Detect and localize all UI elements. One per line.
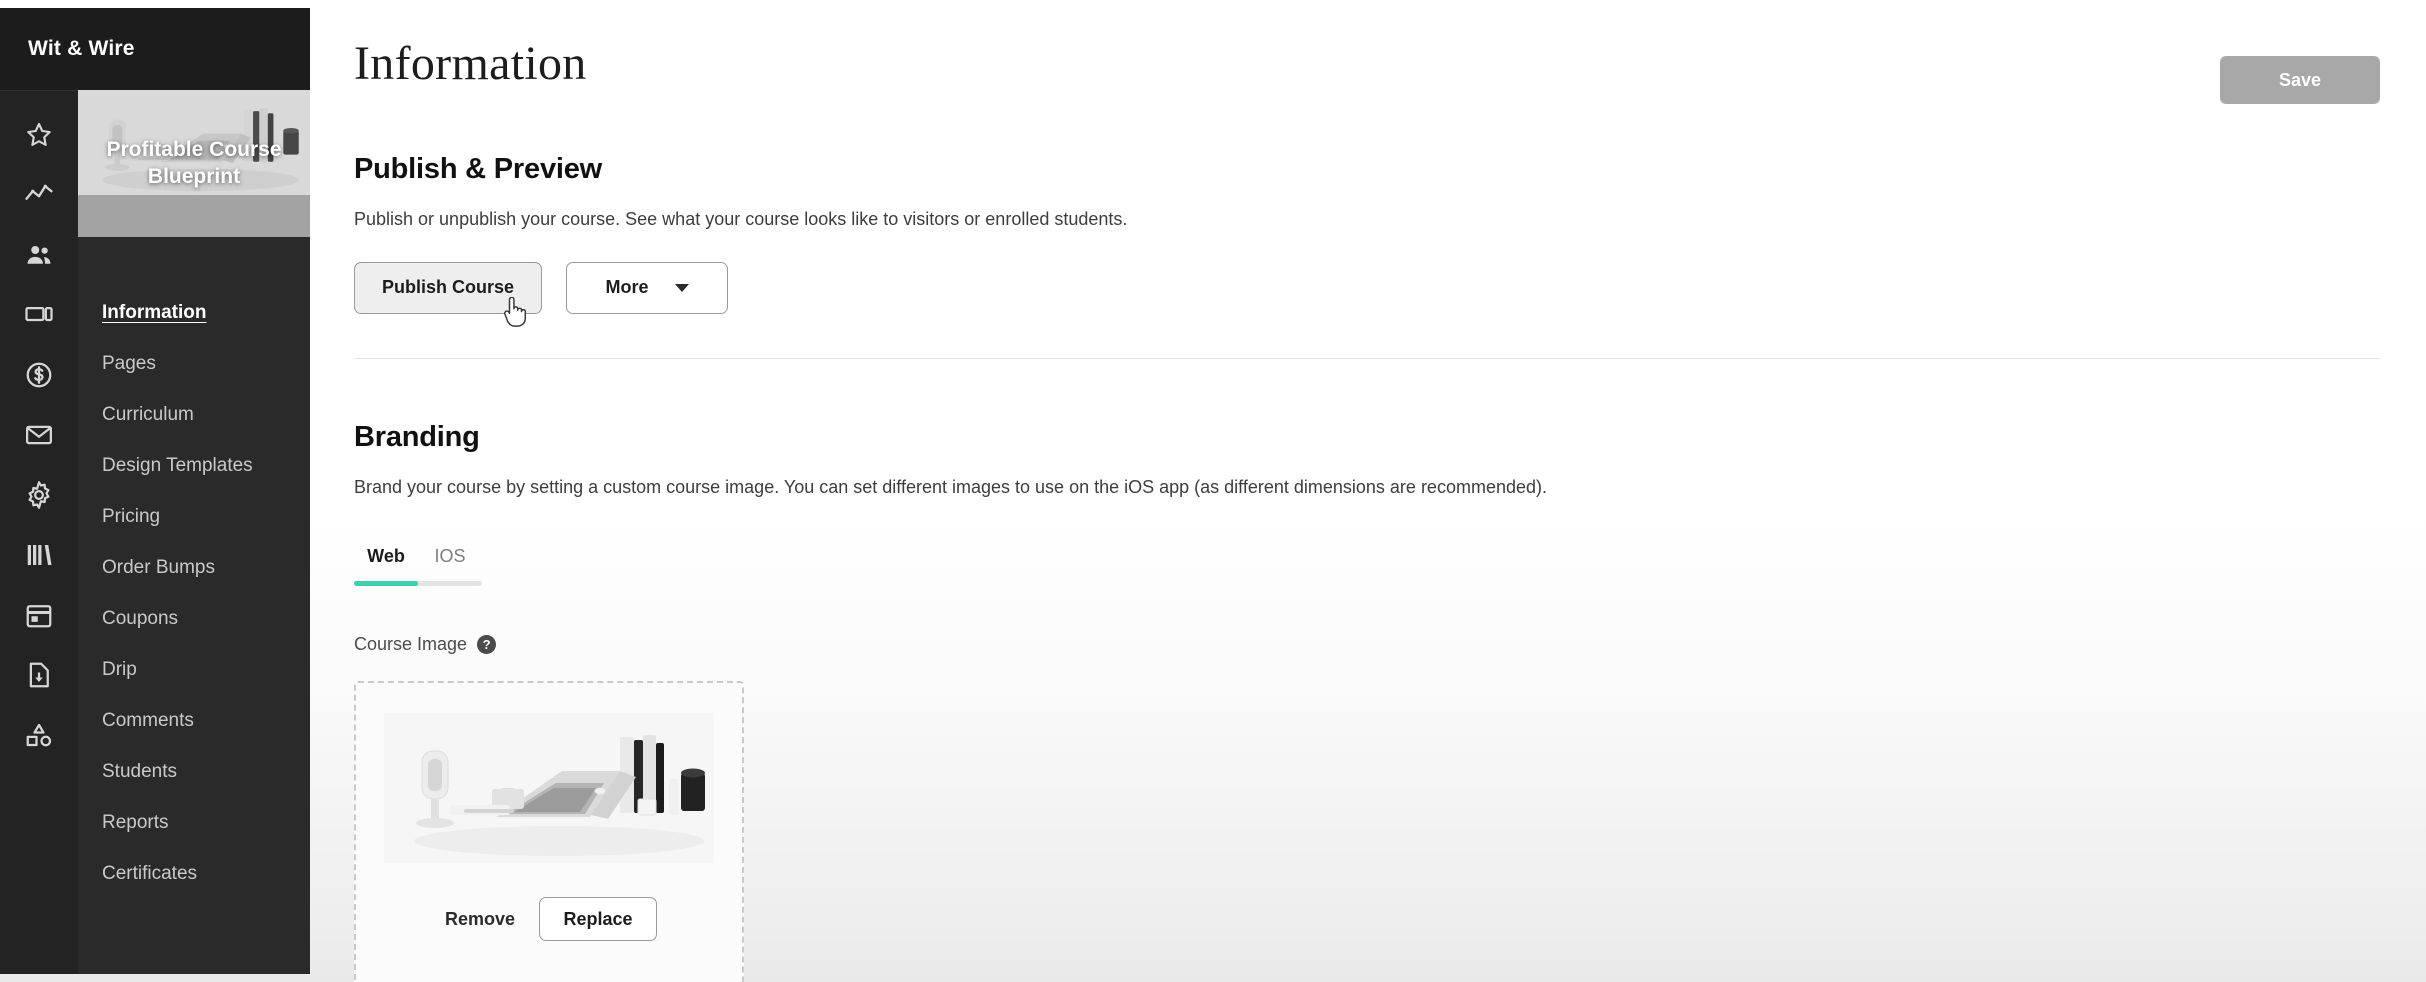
calendar-icon [24,600,54,630]
course-image-actions: Remove Replace [441,897,658,942]
library-icon [24,540,54,570]
brand-bar: Wit & Wire [0,8,310,90]
remove-image-button[interactable]: Remove [441,903,519,936]
replace-image-button[interactable]: Replace [539,897,658,942]
window-top-gap [0,0,2426,8]
publish-section-heading: Publish & Preview [354,152,603,185]
course-title: Profitable Course Blueprint [106,137,282,188]
course-panel: Profitable Course Blueprint Information … [78,90,310,974]
publish-button-row: Publish Course More [354,261,2426,327]
nav-item-order-bumps[interactable]: Order Bumps [78,542,310,593]
rail-item-site[interactable] [0,285,78,345]
rail-item-analytics[interactable] [0,165,78,225]
course-image-preview[interactable] [384,713,714,864]
course-thumbnail[interactable]: Profitable Course Blueprint [78,90,310,237]
people-icon [24,240,54,270]
nav-item-comments[interactable]: Comments [78,695,310,746]
main-content: Information Save Publish & Preview Publi… [310,8,2426,982]
star-icon [24,120,54,150]
rail-item-settings[interactable] [0,465,78,525]
publish-course-button[interactable]: Publish Course [354,261,542,327]
brand-title: Wit & Wire [28,37,135,60]
nav-item-drip[interactable]: Drip [78,644,310,695]
dollar-icon [24,360,54,390]
rail-item-dollar[interactable] [0,345,78,405]
file-download-icon [24,660,54,690]
shapes-icon [24,720,54,750]
left-shell: Wit & Wire Profitable Course Blueprint I… [0,8,310,974]
tab-indicator-track [354,581,482,587]
nav-item-reports[interactable]: Reports [78,797,310,848]
more-dropdown-button[interactable]: More [566,261,728,314]
analytics-icon [24,180,54,210]
nav-item-students[interactable]: Students [78,746,310,797]
course-image-dropzone[interactable]: Remove Replace [354,681,744,982]
page-title: Information [354,37,587,90]
tab-web[interactable]: Web [354,546,418,581]
section-divider [354,357,2380,359]
shell-body: Profitable Course Blueprint Information … [0,90,310,974]
nav-item-certificates[interactable]: Certificates [78,848,310,899]
rail-item-mail[interactable] [0,405,78,465]
nav-item-information[interactable]: Information [78,287,310,338]
rail-item-people[interactable] [0,225,78,285]
save-button[interactable]: Save [2220,56,2380,104]
course-image-label: Course Image [354,634,468,655]
rail-item-library[interactable] [0,525,78,585]
rail-item-file-download[interactable] [0,645,78,705]
branding-section-heading: Branding [354,420,480,453]
gear-icon [24,480,54,510]
publish-section-description: Publish or unpublish your course. See wh… [354,208,1128,229]
tab-indicator-active [354,581,418,587]
course-image-label-row: Course Image ? [354,634,2426,655]
site-icon [24,300,54,330]
nav-item-pages[interactable]: Pages [78,338,310,389]
mail-icon [24,420,54,450]
app-root: Wit & Wire Profitable Course Blueprint I… [0,0,2426,982]
branding-tabs: Web IOS [354,546,482,581]
nav-item-coupons[interactable]: Coupons [78,593,310,644]
rail-item-shapes[interactable] [0,705,78,765]
rail-item-star[interactable] [0,105,78,165]
icon-rail [0,90,78,974]
nav-item-design-templates[interactable]: Design Templates [78,440,310,491]
more-label: More [605,277,649,298]
nav-item-curriculum[interactable]: Curriculum [78,389,310,440]
chevron-down-icon [674,283,689,292]
course-nav: Information Pages Curriculum Design Temp… [78,237,310,899]
nav-item-pricing[interactable]: Pricing [78,491,310,542]
mouse-cursor-pointer [503,296,529,332]
rail-item-calendar[interactable] [0,585,78,645]
tab-ios[interactable]: IOS [418,546,482,581]
branding-section-description: Brand your course by setting a custom co… [354,476,1547,497]
course-image-thumbnail [384,713,714,864]
help-icon[interactable]: ? [477,635,497,655]
publish-course-label: Publish Course [381,277,515,298]
